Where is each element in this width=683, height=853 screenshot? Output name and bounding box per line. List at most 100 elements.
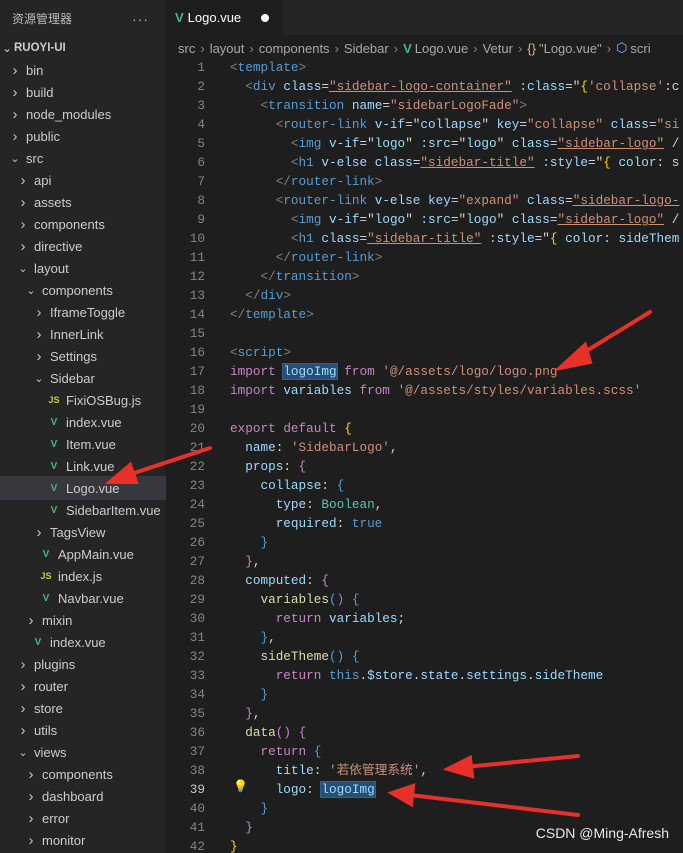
tab-logo-vue[interactable]: V Logo.vue — [165, 0, 283, 35]
tree-item-assets[interactable]: › assets — [0, 191, 165, 213]
tree-item-components[interactable]: › components — [0, 213, 165, 235]
code-line[interactable]: <h1 class="sidebar-title" :style="{ colo… — [230, 229, 679, 248]
breadcrumb-item[interactable]: "Logo.vue" — [539, 41, 602, 56]
tree-item-index-vue[interactable]: Vindex.vue — [0, 411, 165, 433]
code-editor[interactable]: 💡 1 <template> 2 <div class="sidebar-logo-… — [165, 58, 683, 853]
tree-item-router[interactable]: › router — [0, 675, 165, 697]
code-line[interactable]: } — [230, 685, 268, 704]
tree-item-build[interactable]: › build — [0, 81, 165, 103]
code-line[interactable]: }, — [230, 552, 260, 571]
tree-item-sidebaritem-vue[interactable]: V SidebarItem.vue — [0, 499, 165, 521]
breadcrumb-item[interactable]: scri — [630, 41, 650, 56]
code-line[interactable]: data() { — [230, 723, 306, 742]
tree-item-src[interactable]: ⌄ src — [0, 147, 165, 169]
code-line[interactable]: } — [230, 837, 238, 853]
code-line[interactable]: <h1 v-else class="sidebar-title" :style=… — [230, 153, 679, 172]
code-line[interactable]: </transition> — [230, 267, 359, 286]
code-line[interactable]: type: Boolean, — [230, 495, 383, 514]
code-token: : — [306, 573, 322, 588]
workspace-root[interactable]: ⌄ RUOYI-UI — [0, 37, 165, 59]
code-line[interactable]: variables() { — [230, 590, 359, 609]
code-line[interactable]: export default { — [230, 419, 352, 438]
code-line[interactable]: import variables from '@/assets/styles/v… — [230, 381, 641, 400]
code-line[interactable]: <img v-if="logo" :src="logo" class="side… — [230, 210, 679, 229]
code-line[interactable]: props: { — [230, 457, 306, 476]
code-line[interactable]: <template> — [230, 58, 306, 77]
code-line[interactable]: required: true — [230, 514, 383, 533]
tree-item-store[interactable]: › store — [0, 697, 165, 719]
code-line[interactable]: </template> — [230, 305, 314, 324]
code-line[interactable]: import logoImg from '@/assets/logo/logo.… — [230, 362, 565, 381]
code-line[interactable]: } — [230, 533, 268, 552]
code-line[interactable]: <div class="sidebar-logo-container" :cla… — [230, 77, 679, 96]
code-line[interactable]: </div> — [230, 286, 291, 305]
code-line[interactable]: logo: logoImg — [230, 780, 376, 799]
code-line[interactable]: return variables; — [230, 609, 405, 628]
tree-item-settings[interactable]: › Settings — [0, 345, 165, 367]
tree-item-link-vue[interactable]: V Link.vue — [0, 455, 165, 477]
tree-item-logo-vue[interactable]: V Logo.vue — [0, 476, 166, 500]
code-line[interactable]: collapse: { — [230, 476, 344, 495]
line-number: 39 — [189, 782, 205, 797]
code-line[interactable]: <img v-if="logo" :src="logo" class="side… — [230, 134, 679, 153]
tree-item-navbar-vue[interactable]: V Navbar.vue — [0, 587, 165, 609]
tree-item-components[interactable]: › components — [0, 763, 165, 785]
breadcrumb-item[interactable]: components — [259, 41, 330, 56]
tree-item-sidebar[interactable]: ⌄ Sidebar — [0, 367, 165, 389]
line-number: 31 — [189, 630, 205, 645]
breadcrumb-item[interactable]: Sidebar — [344, 41, 389, 56]
breadcrumb-item[interactable]: src — [178, 41, 195, 56]
tree-item-node-modules[interactable]: › node_modules — [0, 103, 165, 125]
breadcrumb-item[interactable]: Vetur — [483, 41, 513, 56]
code-line[interactable]: <router-link v-else key="expand" class="… — [230, 191, 680, 210]
code-line[interactable]: sideTheme() { — [230, 647, 359, 666]
code-line[interactable]: }, — [230, 704, 260, 723]
line-number: 13 — [189, 288, 205, 303]
tree-item-directive[interactable]: › directive — [0, 235, 165, 257]
code-line[interactable]: name: 'SidebarLogo', — [230, 438, 397, 457]
tree-item-monitor[interactable]: › monitor — [0, 829, 165, 851]
tree-item-label: FixiOSBug.js — [66, 392, 142, 408]
tree-item-bin[interactable]: › bin — [0, 59, 165, 81]
tree-item-dashboard[interactable]: › dashboard — [0, 785, 165, 807]
tree-item-index-js[interactable]: JS index.js — [0, 565, 165, 587]
code-line[interactable]: } — [230, 799, 268, 818]
tree-item-views[interactable]: ⌄ views — [0, 741, 165, 763]
tree-item-error[interactable]: › error — [0, 807, 165, 829]
tree-item-utils[interactable]: › utils — [0, 719, 165, 741]
code-line[interactable]: title: '若依管理系统', — [230, 761, 428, 780]
tree-item-fixiosbug-js[interactable]: JS FixiOSBug.js — [0, 389, 165, 411]
tree-item-item-vue[interactable]: V Item.vue — [0, 433, 165, 455]
tree-item-plugins[interactable]: › plugins — [0, 653, 165, 675]
line-number: 33 — [189, 668, 205, 683]
tree-item-label: index.vue — [50, 634, 106, 650]
breadcrumb-item[interactable]: Logo.vue — [415, 41, 469, 56]
code-token: sideThem — [618, 231, 680, 246]
tree-item-public[interactable]: › public — [0, 125, 165, 147]
code-line[interactable]: <script> — [230, 343, 291, 362]
code-line[interactable]: }, — [230, 628, 275, 647]
tree-item-api[interactable]: › api — [0, 169, 165, 191]
tree-item-mixin[interactable]: › mixin — [0, 609, 165, 631]
unsaved-dot-icon[interactable] — [261, 13, 269, 22]
tree-item-innerlink[interactable]: › InnerLink — [0, 323, 165, 345]
code-line[interactable]: computed: { — [230, 571, 329, 590]
tree-item-components[interactable]: ⌄ components — [0, 279, 165, 301]
more-actions-icon[interactable]: ··· — [132, 11, 149, 27]
code-line[interactable]: </router-link> — [230, 248, 383, 267]
tree-item-layout[interactable]: ⌄ layout — [0, 257, 165, 279]
tree-item-index-vue[interactable]: Vindex.vue — [0, 631, 165, 653]
code-line[interactable]: } — [230, 818, 253, 837]
code-line[interactable]: return this.$store.state.settings.sideTh… — [230, 666, 604, 685]
breadcrumb-item[interactable]: layout — [210, 41, 245, 56]
tree-item-iframetoggle[interactable]: › IframeToggle — [0, 301, 165, 323]
js-file-icon: JS — [48, 395, 60, 405]
code-line[interactable]: <router-link v-if="collapse" key="collap… — [230, 115, 680, 134]
tree-item-tagsview[interactable]: › TagsView — [0, 521, 165, 543]
tree-item-appmain-vue[interactable]: V AppMain.vue — [0, 543, 165, 565]
code-line[interactable]: <transition name="sidebarLogoFade"> — [230, 96, 527, 115]
code-line[interactable]: return { — [230, 742, 321, 761]
code-line[interactable]: </router-link> — [230, 172, 383, 191]
